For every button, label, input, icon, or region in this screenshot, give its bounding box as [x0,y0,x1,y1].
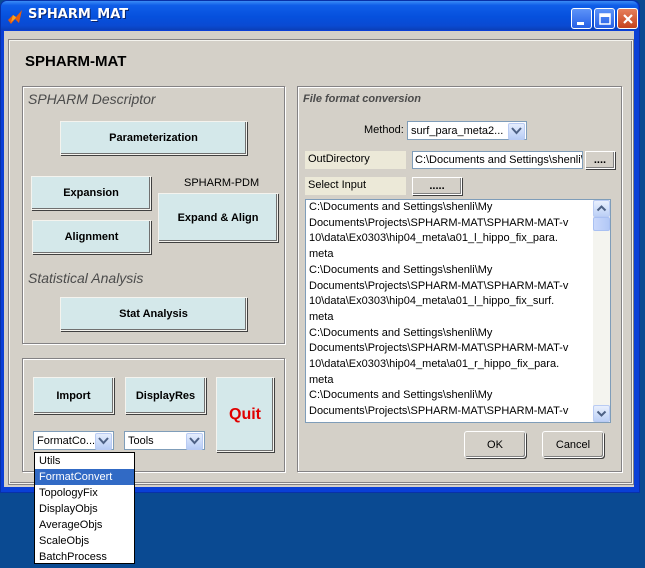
method-combo[interactable]: surf_para_meta2... [407,121,527,140]
import-button[interactable]: Import [33,377,114,414]
list-line: Documents\Projects\SPHARM-MAT\SPHARM-MAT… [309,216,569,229]
tools-combo-value: Tools [128,435,154,447]
list-line: Documents\Projects\SPHARM-MAT\SPHARM-MAT… [309,405,569,418]
matlab-logo-icon [8,10,22,24]
window-title: SPHARM_MAT [28,7,129,22]
scroll-up-button[interactable] [593,200,610,217]
list-line: meta [309,373,334,386]
outdirectory-input[interactable]: C:\Documents and Settings\shenli\M [412,151,583,169]
utilities-combo-arrow[interactable] [95,433,112,450]
list-line: 10\data\Ex0303\hip04_meta\a01_l_hippo_fi… [309,295,555,308]
descriptor-panel-title: SPHARM Descriptor [28,91,156,107]
dropdown-item-formatconvert[interactable]: FormatConvert [35,469,134,485]
maximize-button[interactable] [594,8,615,29]
tools-combo[interactable]: Tools [124,431,205,450]
list-line: 10\data\Ex0303\hip04_meta\a01_l_hippo_fi… [309,232,558,245]
minimize-button[interactable] [571,8,592,29]
list-scrollbar[interactable] [593,200,610,422]
stat-analysis-button[interactable]: Stat Analysis [60,297,247,331]
scroll-down-button[interactable] [593,405,610,422]
dropdown-item-averageobjs[interactable]: AverageObjs [35,517,134,533]
input-file-list[interactable]: C:\Documents and Settings\shenli\My Docum… [305,199,611,423]
list-line: meta [309,310,334,323]
method-label: Method: [364,124,404,136]
method-combo-value: surf_para_meta2... [411,125,504,137]
close-window-button[interactable] [617,8,638,29]
list-line: C:\Documents and Settings\shenli\My [309,201,493,213]
cancel-button[interactable]: Cancel [542,431,604,458]
format-panel-title: File format conversion [303,93,421,105]
maximize-icon [599,13,611,25]
main-title: SPHARM-MAT [25,53,127,70]
dropdown-item-displayobjs[interactable]: DisplayObjs [35,501,134,517]
statistical-analysis-title: Statistical Analysis [28,270,144,286]
input-file-list-text: C:\Documents and Settings\shenli\My Docum… [309,200,591,420]
utilities-combo[interactable]: FormatCo... [33,431,114,450]
method-combo-arrow[interactable] [508,123,525,140]
title-bar[interactable]: SPHARM_MAT [1,1,638,30]
outdirectory-label: OutDirectory [305,151,406,169]
minimize-icon [577,22,584,25]
list-line: C:\Documents and Settings\shenli\My [309,389,493,402]
utilities-combo-value: FormatCo... [37,435,96,447]
chevron-down-icon [189,437,200,445]
scroll-thumb[interactable] [593,217,610,231]
quit-button[interactable]: Quit [216,377,274,452]
alignment-button[interactable]: Alignment [32,220,151,254]
select-input-label: Select Input [305,177,406,195]
chevron-up-icon [596,205,607,212]
chevron-down-icon [596,410,607,417]
quit-label: Quit [229,405,261,423]
select-input-button[interactable]: ..... [412,177,462,195]
chevron-down-icon [511,127,522,135]
dropdown-item-utils[interactable]: Utils [35,453,134,469]
display-res-button[interactable]: DisplayRes [125,377,206,414]
list-line: Documents\Projects\SPHARM-MAT\SPHARM-MAT… [309,342,569,355]
chevron-down-icon [98,437,109,445]
ok-button[interactable]: OK [464,431,526,458]
spharm-pdm-label: SPHARM-PDM [184,177,260,189]
tools-combo-arrow[interactable] [186,433,203,450]
expansion-button[interactable]: Expansion [31,176,151,210]
utilities-dropdown-list: Utils FormatConvert TopologyFix DisplayObjs… [34,452,135,564]
list-line: 10\data\Ex0303\hip04_meta\a01_r_hippo_fi… [309,358,560,371]
close-icon [623,14,633,24]
list-line: C:\Documents and Settings\shenli\My [309,263,493,276]
dropdown-item-scaleobjs[interactable]: ScaleObjs [35,533,134,549]
dropdown-item-topologyfix[interactable]: TopologyFix [35,485,134,501]
list-line: meta [309,248,334,261]
expand-align-button[interactable]: Expand & Align [158,193,278,242]
list-line: C:\Documents and Settings\shenli\My [309,326,493,339]
parameterization-button[interactable]: Parameterization [60,121,247,155]
dropdown-item-batchprocess[interactable]: BatchProcess [35,549,134,565]
list-line: Documents\Projects\SPHARM-MAT\SPHARM-MAT… [309,279,569,292]
outdirectory-browse-button[interactable]: .... [585,151,615,169]
